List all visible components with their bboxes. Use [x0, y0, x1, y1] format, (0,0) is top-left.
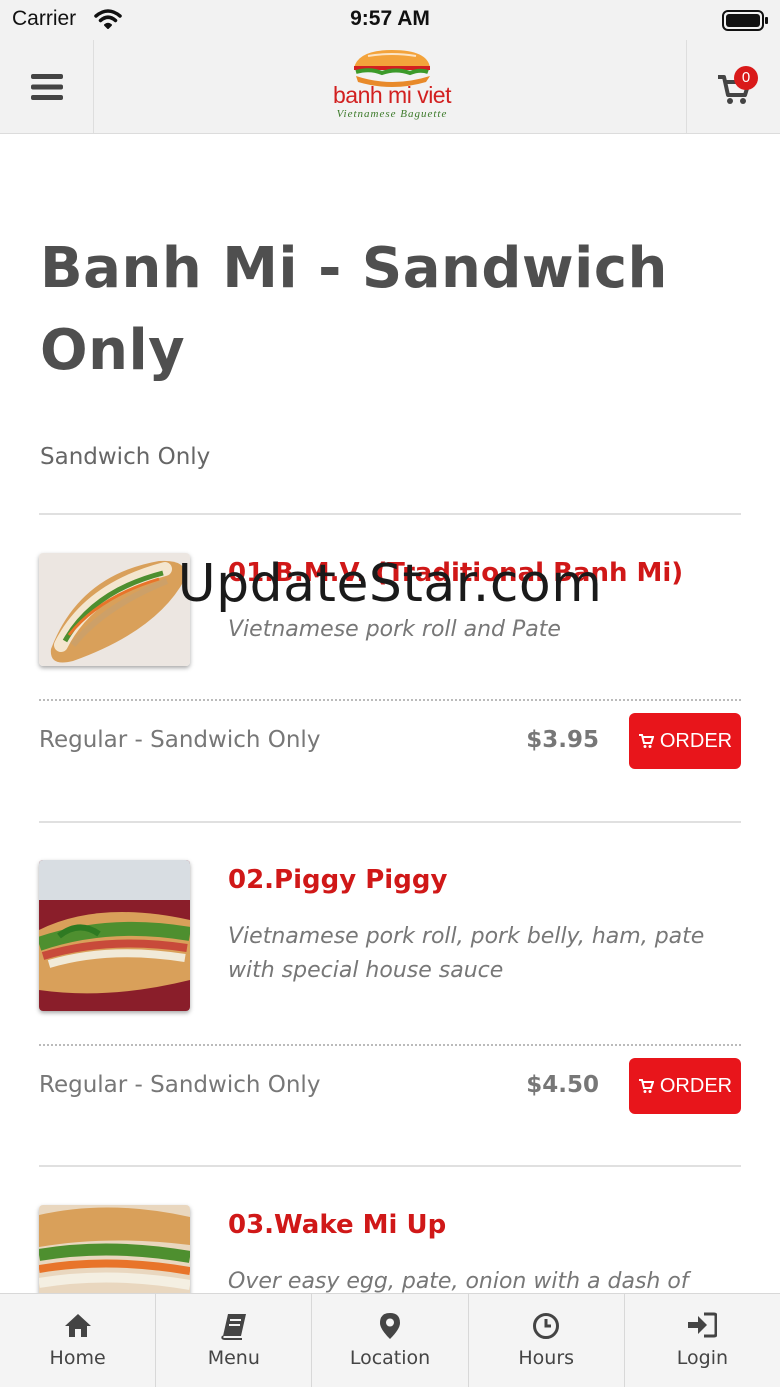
tab-label: Home	[49, 1347, 106, 1369]
cart-icon	[638, 734, 654, 748]
tab-label: Location	[349, 1347, 431, 1369]
cart-count-badge: 0	[734, 66, 758, 90]
page-subtitle: Sandwich Only	[40, 444, 211, 470]
order-button[interactable]: ORDER	[629, 713, 741, 769]
tab-home[interactable]: Home	[0, 1294, 157, 1387]
order-button-label: ORDER	[659, 1074, 733, 1097]
tab-menu[interactable]: Menu	[156, 1294, 313, 1387]
item-photo[interactable]	[39, 553, 190, 666]
item-name[interactable]: 01.B.M.V. (Traditional Banh Mi)	[228, 558, 683, 588]
section-divider	[39, 513, 741, 515]
status-time: 9:57 AM	[350, 7, 430, 30]
tab-label: Login	[676, 1347, 729, 1369]
size-label: Regular - Sandwich Only	[39, 1072, 321, 1098]
menu-content[interactable]: Banh Mi - Sandwich Only Sandwich Only 01…	[0, 134, 780, 1293]
item-price: $3.95	[526, 727, 599, 753]
hamburger-menu-button[interactable]	[0, 40, 94, 133]
tab-label: Menu	[207, 1347, 260, 1369]
item-photo[interactable]	[39, 860, 190, 1011]
sandwich-photo	[39, 860, 190, 1011]
sandwich-photo	[39, 553, 190, 666]
sandwich-photo	[39, 1205, 190, 1293]
bottom-tab-bar: Home Menu Location Hours Login	[0, 1293, 780, 1387]
dotted-separator	[39, 1044, 741, 1046]
item-name[interactable]: 02.Piggy Piggy	[228, 865, 447, 895]
page-title: Banh Mi - Sandwich Only	[40, 236, 668, 383]
dotted-separator	[39, 699, 741, 701]
logo-tagline: Vietnamese Baguette	[336, 108, 448, 120]
item-name[interactable]: 03.Wake Mi Up	[228, 1210, 446, 1240]
item-divider	[39, 1165, 741, 1167]
clock-icon	[533, 1313, 560, 1339]
item-price: $4.50	[526, 1072, 599, 1098]
size-label: Regular - Sandwich Only	[39, 727, 321, 753]
item-description: Vietnamese pork roll and Pate	[228, 617, 561, 642]
hamburger-icon	[30, 73, 63, 100]
item-description: Over easy egg, pate, onion with a dash o…	[228, 1269, 689, 1293]
brand-logo: banh mi viet Vietnamese Baguette	[316, 46, 468, 126]
item-description: Vietnamese pork roll, pork belly, ham, p…	[228, 924, 705, 983]
map-pin-icon	[380, 1313, 400, 1339]
cart-button[interactable]	[686, 40, 780, 133]
order-button-label: ORDER	[659, 729, 733, 752]
item-divider	[39, 821, 741, 823]
tab-login[interactable]: Login	[625, 1294, 780, 1387]
tab-label: Hours	[518, 1347, 575, 1369]
logo-wordmark: banh mi viet	[332, 82, 452, 108]
tab-hours[interactable]: Hours	[469, 1294, 625, 1387]
battery-icon	[722, 10, 768, 31]
status-bar: Carrier 9:57 AM	[0, 0, 780, 40]
cart-icon	[638, 1079, 654, 1093]
item-photo[interactable]	[39, 1205, 190, 1293]
tab-location[interactable]: Location	[312, 1294, 469, 1387]
sign-in-icon	[688, 1312, 718, 1338]
book-icon	[221, 1314, 246, 1340]
order-button[interactable]: ORDER	[629, 1058, 741, 1114]
home-icon	[64, 1314, 91, 1337]
